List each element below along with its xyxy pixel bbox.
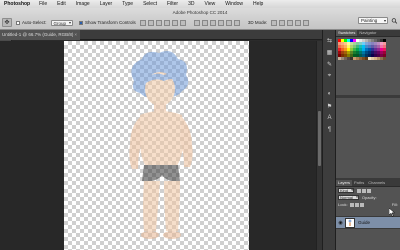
lock-position-icon[interactable] [354,202,359,207]
collapsed-panel-icons: ⇆ ▦ ✎ ⌖ ◐ ⚑ A ¶ [322,30,336,250]
3d-pan-icon[interactable] [287,19,294,26]
menu-file[interactable]: File [39,1,47,7]
distribute-bottom-icon[interactable] [209,19,216,26]
menu-layer[interactable]: Layer [100,1,113,7]
show-transform-checkbox[interactable] [79,20,84,25]
blend-mode-dropdown[interactable]: Normal [338,195,359,200]
close-icon[interactable]: × [74,30,77,40]
opacity-label: Opacity: [361,195,377,200]
menu-type[interactable]: Type [122,1,133,7]
lock-label: Lock: [338,202,348,207]
lock-pixels-icon[interactable] [349,202,354,207]
menu-select[interactable]: Select [143,1,157,7]
document-canvas[interactable] [64,41,249,250]
distribute-left-icon[interactable] [217,19,224,26]
distribute-vcenter-icon[interactable] [201,19,208,26]
layer-thumbnail [345,217,355,228]
tab-channels[interactable]: Channels [366,180,387,186]
brush-icon[interactable]: ✎ [325,60,334,68]
options-bar: Adobe Photoshop CC 2014 ✥ Auto-Select: G… [0,8,400,30]
blend-row: Normal Opacity: [336,194,400,201]
lock-row: Lock: Fill: [336,201,400,208]
empty-panel [336,98,400,188]
search-icon[interactable] [391,18,398,24]
menu-edit[interactable]: Edit [57,1,66,7]
menu-view[interactable]: View [205,1,216,7]
auto-select-checkbox[interactable] [16,20,20,25]
visibility-eye-icon[interactable]: ◉ [336,220,345,226]
auto-select-dropdown[interactable]: Group [50,19,74,26]
3d-scale-icon[interactable] [303,19,310,26]
right-panel-dock: Swatches Navigator Layers Paths Channels… [336,30,400,250]
tab-swatches[interactable]: Swatches [336,30,358,36]
brush-preset-icon[interactable]: ⌖ [325,72,334,80]
color-swatch[interactable] [383,57,386,60]
paragraph-icon[interactable]: ¶ [325,126,334,134]
scroll-thumb[interactable] [318,111,321,166]
swatches-panel-tabs: Swatches Navigator [336,30,400,37]
3d-slide-icon[interactable] [295,19,302,26]
layer-row[interactable]: ◉ Guide [336,216,400,229]
app-menu[interactable]: Photoshop [4,1,30,7]
filter-row: Kind [336,187,400,194]
3d-roll-icon[interactable] [279,19,286,26]
align-vcenter-icon[interactable] [147,19,154,26]
document-tab-bar: Untitled-1 @ 66.7% (Guide, RGB/8) × [0,30,322,40]
swatches-panel [336,37,400,95]
fill-label: Fill: [391,202,398,207]
3d-mode-label: 3D Mode: [247,20,268,25]
align-left-icon[interactable] [163,19,170,26]
align-hcenter-icon[interactable] [171,19,178,26]
history-icon[interactable]: ⇆ [325,36,334,44]
menu-image[interactable]: Image [76,1,90,7]
swatch-grid[interactable] [338,39,398,60]
layer-thumbnail-figure-icon [348,219,352,226]
adjustments-icon[interactable]: ◐ [325,90,334,98]
layer-name[interactable]: Guide [358,220,370,225]
options-row: ✥ Auto-Select: Group Show Transform Cont… [0,17,400,28]
adjustment-filter-icon[interactable] [362,188,367,193]
3d-rotate-icon[interactable] [271,19,278,26]
character-icon[interactable]: A [325,114,334,122]
color-icon[interactable]: ▦ [325,48,334,56]
kind-filter-dropdown[interactable]: Kind [338,188,355,193]
align-right-icon[interactable] [179,19,186,26]
distribute-right-icon[interactable] [233,19,240,26]
lock-all-icon[interactable] [359,202,364,207]
tab-paths[interactable]: Paths [352,180,366,186]
styles-icon[interactable]: ⚑ [325,102,334,110]
move-tool-icon[interactable]: ✥ [2,18,12,27]
align-top-icon[interactable] [139,19,146,26]
distribute-hcenter-icon[interactable] [225,19,232,26]
menu-help[interactable]: Help [253,1,263,7]
menu-3d[interactable]: 3D [188,1,194,7]
canvas-area[interactable] [0,41,322,250]
window-title: Adobe Photoshop CC 2014 [172,10,228,15]
distribute-top-icon[interactable] [193,19,200,26]
pixel-filter-icon[interactable] [357,188,362,193]
layers-panel-tabs: Layers Paths Channels [336,180,400,187]
tab-layers[interactable]: Layers [336,180,353,186]
workspace-dropdown[interactable]: Painting [358,17,388,24]
mouse-cursor-icon [389,208,395,217]
show-transform-label: Show Transform Controls [85,20,136,25]
document-tab[interactable]: Untitled-1 @ 66.7% (Guide, RGB/8) × [0,30,80,40]
document-tab-title: Untitled-1 @ 66.7% (Guide, RGB/8) [2,32,74,37]
menu-window[interactable]: Window [225,1,243,7]
type-filter-icon[interactable] [367,188,372,193]
align-bottom-icon[interactable] [155,19,162,26]
auto-select-label: Auto-Select: [22,20,47,25]
tab-navigator[interactable]: Navigator [357,30,378,36]
menu-bar: Photoshop File Edit Image Layer Type Sel… [0,0,400,8]
character-artwork [129,51,193,239]
menu-filter[interactable]: Filter [167,1,178,7]
